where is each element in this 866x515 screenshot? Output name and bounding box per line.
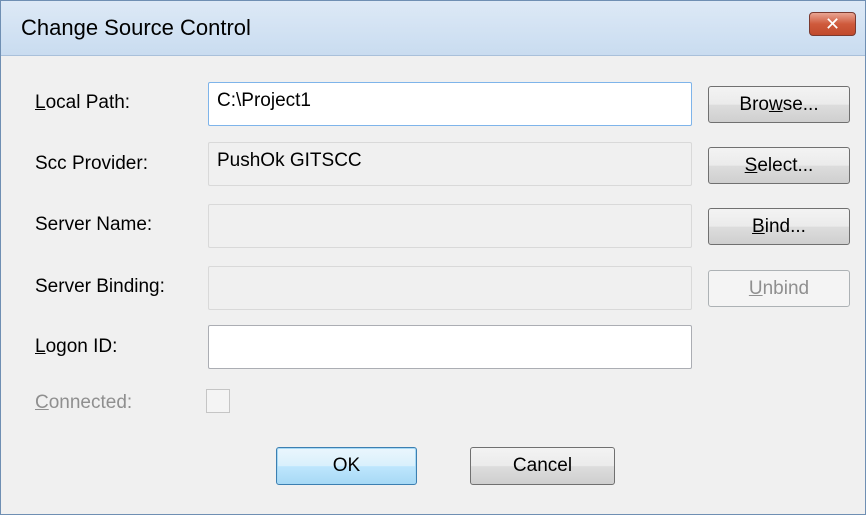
- cancel-button[interactable]: Cancel: [470, 447, 615, 485]
- scc-provider-value: PushOk GITSCC: [217, 150, 362, 171]
- close-button[interactable]: ✕: [809, 12, 856, 36]
- select-button[interactable]: Select...: [708, 147, 850, 184]
- scc-provider-label: Scc Provider:: [35, 153, 148, 174]
- title-bar[interactable]: Change Source Control ✕: [1, 1, 865, 56]
- bind-button[interactable]: Bind...: [708, 208, 850, 245]
- scc-provider-field: PushOk GITSCC: [208, 142, 692, 186]
- change-source-control-dialog: Change Source Control ✕ Local Path: C:\P…: [0, 0, 866, 515]
- connected-checkbox: [206, 389, 230, 413]
- server-binding-field: [208, 266, 692, 310]
- local-path-label: Local Path:: [35, 92, 131, 113]
- logon-id-label: Logon ID:: [35, 336, 118, 357]
- dialog-title: Change Source Control: [21, 15, 251, 40]
- unbind-button: Unbind: [708, 270, 850, 307]
- logon-id-input[interactable]: [208, 325, 692, 369]
- connected-label: Connected:: [35, 392, 133, 413]
- browse-button[interactable]: Bro w se...: [708, 86, 850, 123]
- server-name-label: Server Name:: [35, 214, 153, 235]
- server-name-field: [208, 204, 692, 248]
- local-path-input[interactable]: C:\Project1: [208, 82, 692, 126]
- close-icon: ✕: [824, 14, 841, 34]
- server-binding-label: Server Binding:: [35, 276, 165, 297]
- local-path-value: C:\Project1: [217, 90, 311, 111]
- ok-button[interactable]: OK: [276, 447, 417, 485]
- dialog-body: Local Path: C:\Project1 Bro w se... Scc Pr…: [1, 56, 865, 514]
